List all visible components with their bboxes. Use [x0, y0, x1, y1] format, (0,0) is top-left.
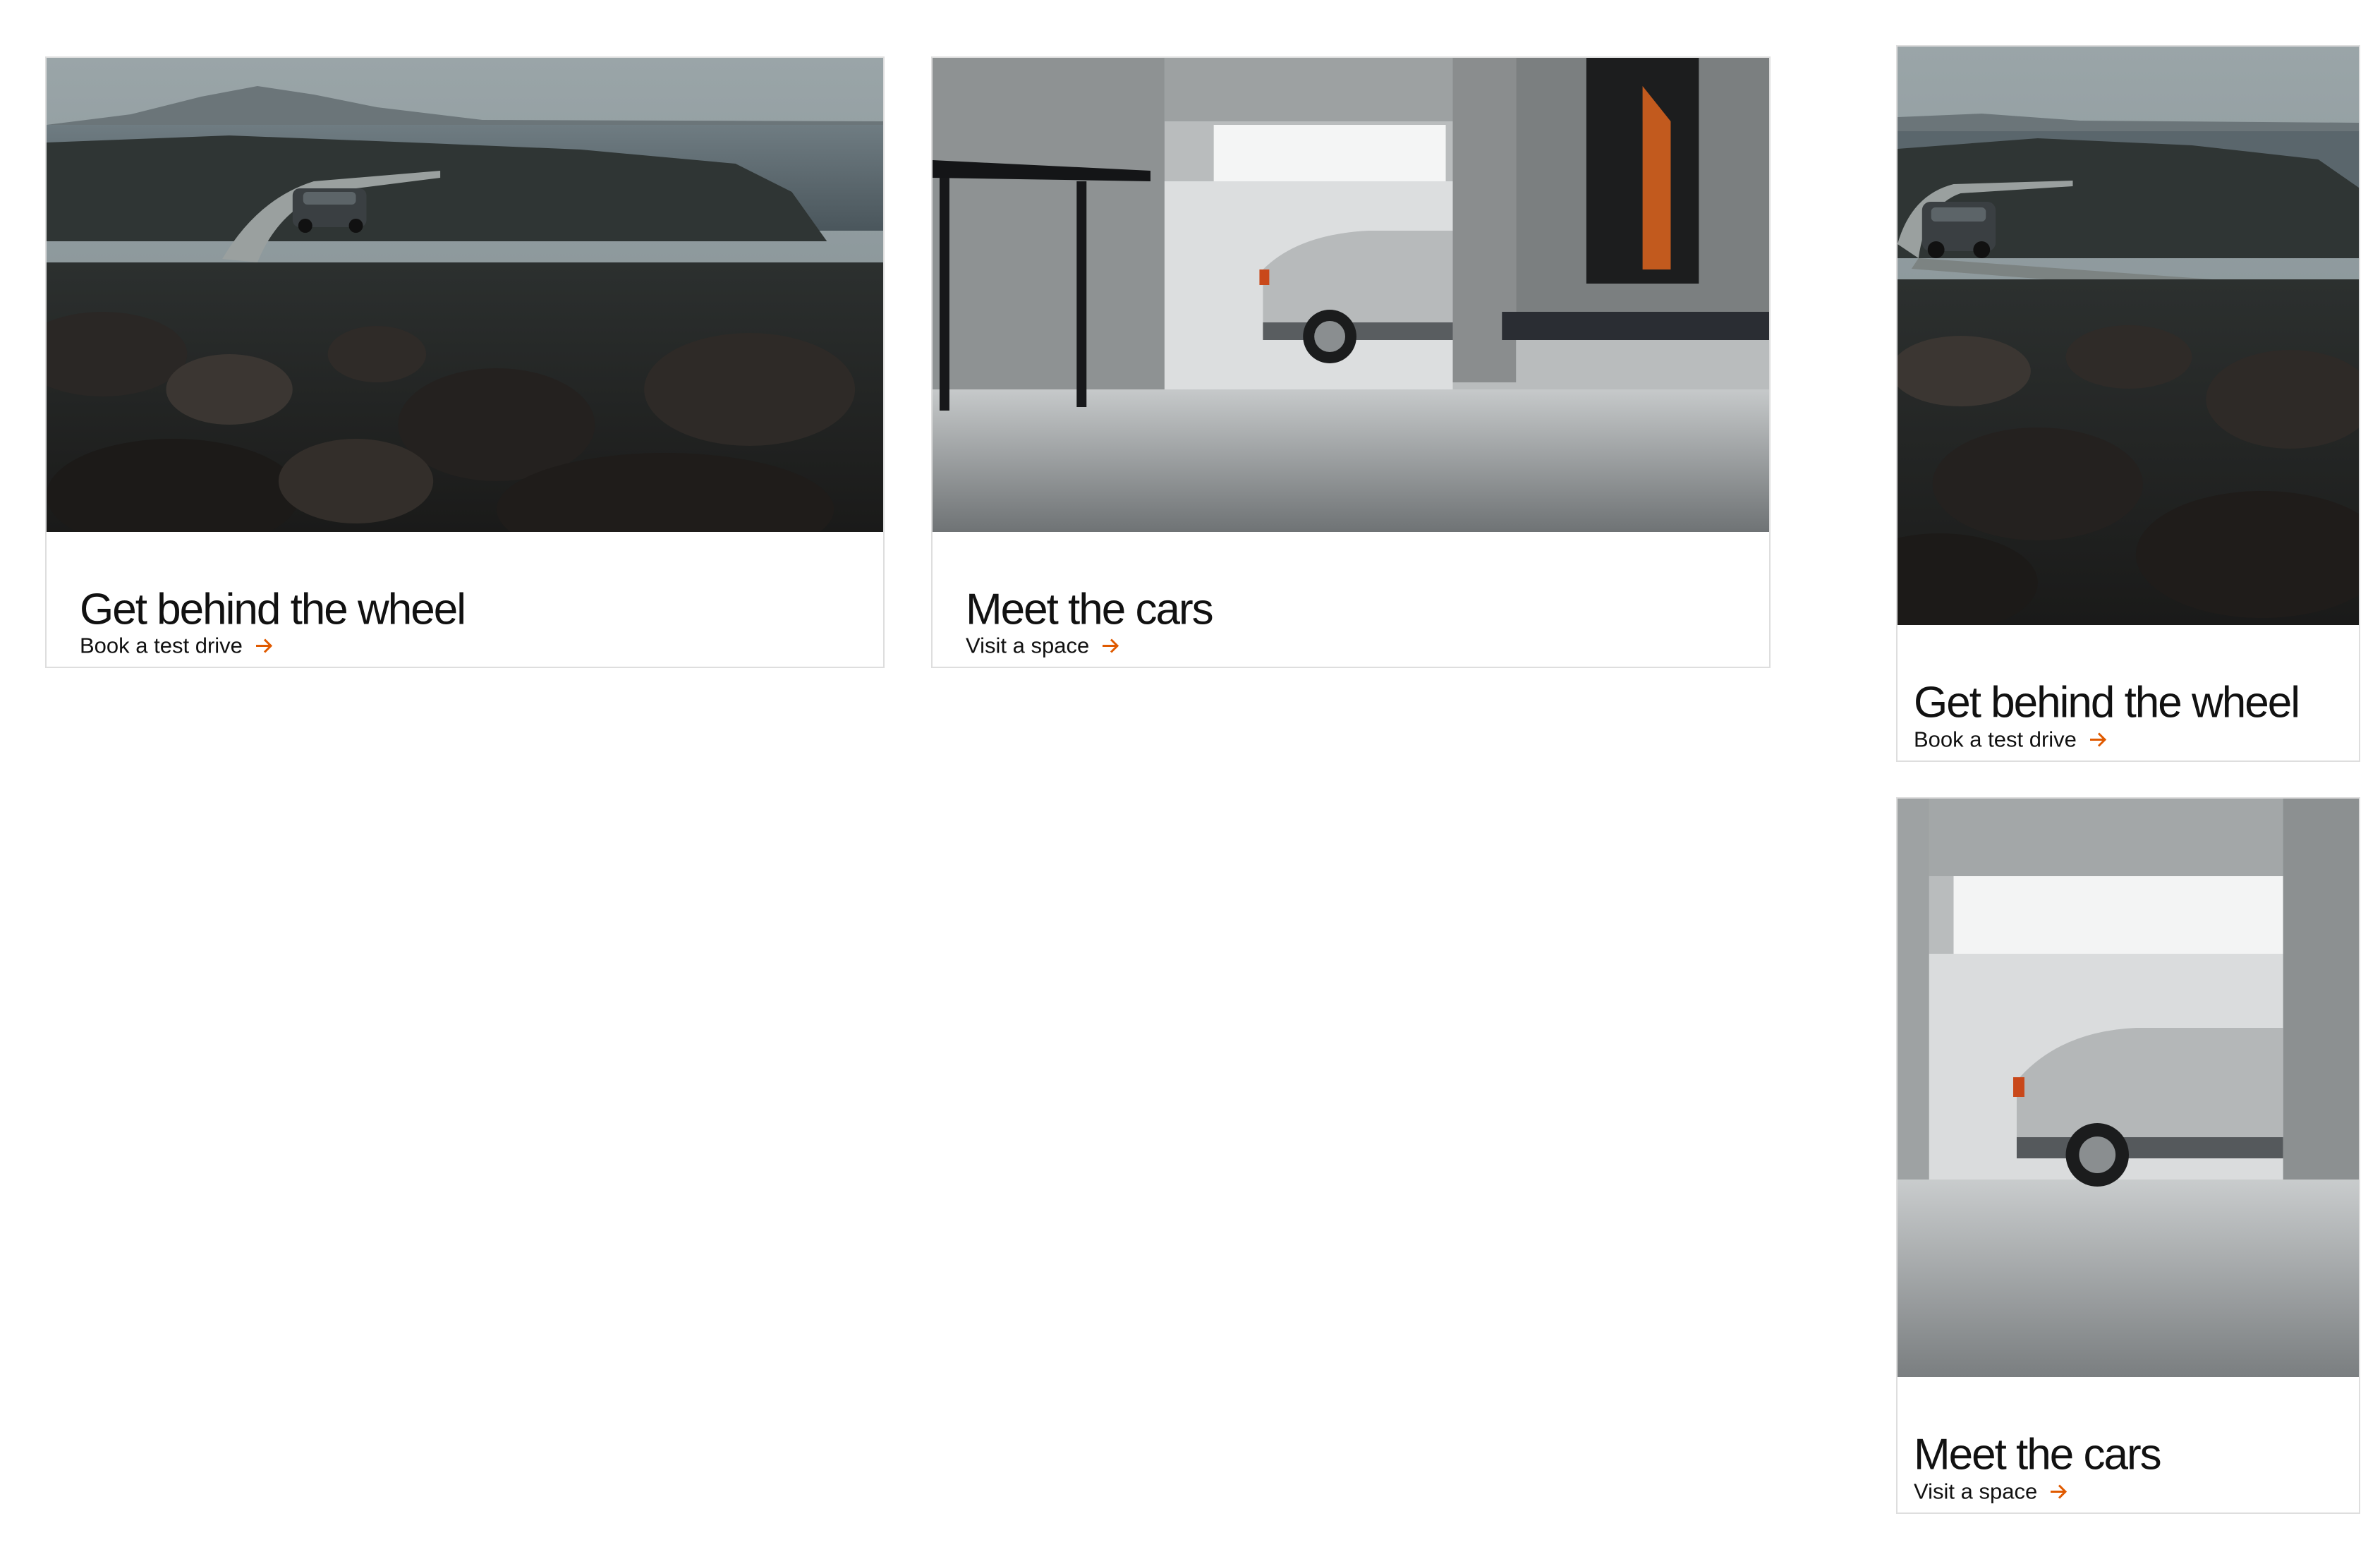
coastal-road-car-photo [47, 58, 883, 532]
card-title: Meet the cars [966, 585, 1214, 634]
card-title: Get behind the wheel [80, 585, 466, 634]
test-drive-card[interactable]: Get behind the wheel Book a test drive [45, 56, 885, 668]
showroom-car-photo [933, 58, 1769, 532]
cta-label: Book a test drive [1914, 727, 2077, 752]
cta-label: Book a test drive [80, 633, 243, 658]
showroom-car-photo [1898, 799, 2359, 1377]
visit-space-card[interactable]: Meet the cars Visit a space [1896, 797, 2360, 1514]
visit-space-card[interactable]: Meet the cars Visit a space [931, 56, 1771, 668]
cta-label: Visit a space [1914, 1479, 2038, 1504]
book-test-drive-link[interactable]: Book a test drive [1914, 729, 2108, 751]
card-title: Meet the cars [1914, 1430, 2162, 1479]
coastal-road-car-photo [1898, 47, 2359, 625]
book-test-drive-link[interactable]: Book a test drive [80, 635, 274, 657]
arrow-right-icon [2051, 1484, 2068, 1499]
arrow-right-icon [1103, 638, 1119, 653]
arrow-right-icon [255, 638, 273, 653]
visit-space-link[interactable]: Visit a space [1914, 1481, 2068, 1503]
visit-space-link[interactable]: Visit a space [966, 635, 1120, 657]
test-drive-card[interactable]: Get behind the wheel Book a test drive [1896, 45, 2360, 762]
arrow-right-icon [2089, 732, 2107, 747]
cta-label: Visit a space [966, 633, 1090, 658]
card-title: Get behind the wheel [1914, 678, 2300, 727]
